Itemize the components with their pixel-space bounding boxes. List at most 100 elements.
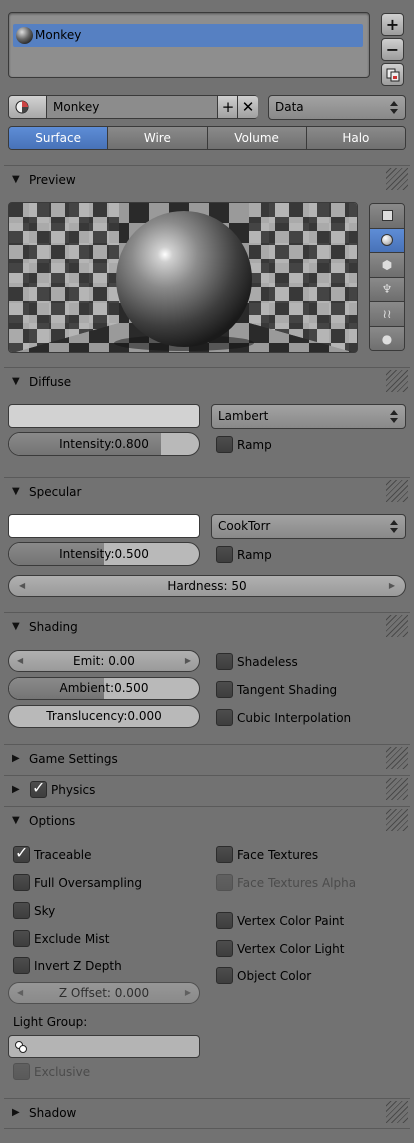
specular-panel-header[interactable]: ▼ Specular — [4, 478, 410, 506]
exclude-mist-checkbox[interactable] — [13, 930, 30, 947]
game-settings-panel-header[interactable]: ▶ Game Settings — [4, 745, 410, 773]
shading-panel-header[interactable]: ▼ Shading — [4, 613, 410, 641]
vertex-color-paint-label: Vertex Color Paint — [237, 914, 345, 928]
object-color-checkbox[interactable] — [216, 967, 233, 984]
options-panel-header[interactable]: ▼ Options — [4, 807, 410, 835]
diffuse-intensity-slider[interactable]: Intensity:0.800 — [8, 432, 200, 456]
shading-panel-title: Shading — [29, 620, 78, 634]
physics-enable-checkbox[interactable] — [30, 778, 47, 798]
invert-z-depth-label: Invert Z Depth — [34, 959, 122, 973]
browse-material-button[interactable] — [9, 96, 47, 118]
light-group-field[interactable] — [8, 1035, 200, 1058]
slider-label: Intensity:0.800 — [59, 437, 149, 451]
diffuse-shader-value: Lambert — [218, 409, 269, 423]
link-dropdown[interactable]: Data — [268, 95, 406, 120]
drag-grip-icon[interactable] — [386, 809, 408, 831]
hair-icon: ≀≀ — [382, 306, 392, 321]
hardness-field[interactable]: ◀ Hardness: 50 ▶ — [8, 575, 406, 597]
vertex-color-light-checkbox[interactable] — [216, 940, 233, 957]
material-name-field[interactable]: Monkey — [47, 96, 217, 118]
sky-sphere-icon: ● — [381, 331, 393, 346]
preview-sphere-button[interactable] — [370, 228, 404, 253]
emit-field[interactable]: ◀ Emit: 0.00 ▶ — [8, 650, 200, 672]
preview-sky-button[interactable]: ● — [370, 326, 404, 350]
diffuse-panel-title: Diffuse — [29, 375, 72, 389]
drag-grip-icon[interactable] — [386, 615, 408, 637]
tab-wire[interactable]: Wire — [107, 127, 207, 149]
ambient-slider[interactable]: Ambient:0.500 — [8, 677, 200, 700]
face-textures-checkbox[interactable] — [216, 846, 233, 863]
light-group-label: Light Group: — [13, 1015, 88, 1029]
specular-shader-dropdown[interactable]: CookTorr — [211, 514, 406, 539]
cube-icon: ⬢ — [381, 257, 393, 272]
drag-grip-icon[interactable] — [386, 370, 408, 392]
preview-cube-button[interactable]: ⬢ — [370, 253, 404, 278]
physics-panel-header[interactable]: ▶ Physics — [4, 776, 410, 804]
sphere-icon — [381, 234, 393, 247]
exclusive-checkbox[interactable] — [13, 1063, 30, 1080]
specular-ramp-checkbox[interactable] — [216, 546, 233, 563]
tangent-shading-checkbox[interactable] — [216, 681, 233, 698]
invert-z-depth-checkbox[interactable] — [13, 957, 30, 974]
specular-color-field[interactable] — [8, 514, 200, 538]
full-oversampling-checkbox[interactable] — [13, 874, 30, 891]
collapse-triangle-icon: ▼ — [12, 486, 20, 497]
decrement-arrow-icon[interactable]: ◀ — [17, 651, 23, 671]
up-down-arrows-icon — [390, 101, 398, 114]
preview-hair-button[interactable]: ≀≀ — [370, 302, 404, 327]
shadow-panel-title: Shadow — [29, 1106, 77, 1120]
game-settings-panel-title: Game Settings — [29, 752, 118, 766]
diffuse-ramp-checkbox[interactable] — [216, 436, 233, 453]
plus-icon: + — [221, 98, 235, 116]
add-slot-button[interactable]: + — [381, 13, 404, 36]
expand-triangle-icon: ▶ — [12, 753, 20, 764]
face-textures-alpha-checkbox[interactable] — [216, 874, 233, 891]
translucency-slider[interactable]: Translucency:0.000 — [8, 705, 200, 728]
collapse-triangle-icon: ▼ — [12, 376, 20, 387]
z-offset-label: Z Offset: 0.000 — [58, 986, 150, 1000]
copy-icon — [386, 68, 399, 81]
vertex-color-paint-checkbox[interactable] — [216, 912, 233, 929]
sky-checkbox[interactable] — [13, 902, 30, 919]
object-color-label: Object Color — [237, 969, 312, 983]
drag-grip-icon[interactable] — [386, 747, 408, 769]
tab-surface[interactable]: Surface — [9, 127, 108, 149]
diffuse-panel-header[interactable]: ▼ Diffuse — [4, 368, 410, 396]
shadeless-checkbox[interactable] — [216, 653, 233, 670]
diffuse-ramp-label: Ramp — [237, 438, 272, 452]
cubic-interpolation-checkbox[interactable] — [216, 709, 233, 726]
diffuse-color-field[interactable] — [8, 404, 200, 428]
increment-arrow-icon[interactable]: ▶ — [389, 576, 395, 596]
sky-label: Sky — [34, 904, 56, 918]
preview-monkey-button[interactable]: ♆ — [370, 277, 404, 302]
material-slot-item[interactable]: Monkey — [13, 24, 363, 47]
cubic-interpolation-label: Cubic Interpolation — [237, 711, 352, 725]
diffuse-shader-dropdown[interactable]: Lambert — [211, 404, 406, 429]
preview-flat-button[interactable] — [370, 204, 404, 229]
remove-slot-button[interactable]: − — [381, 38, 404, 61]
new-material-button[interactable]: + — [217, 96, 238, 118]
expand-triangle-icon: ▶ — [12, 784, 20, 795]
decrement-arrow-icon[interactable]: ◀ — [17, 983, 23, 1003]
decrement-arrow-icon[interactable]: ◀ — [19, 576, 25, 596]
preview-panel-header[interactable]: ▼ Preview — [4, 166, 410, 194]
drag-grip-icon[interactable] — [386, 778, 408, 800]
unlink-material-button[interactable]: ✕ — [237, 96, 258, 118]
expand-triangle-icon: ▶ — [12, 1107, 20, 1118]
shadow-panel-header[interactable]: ▶ Shadow — [4, 1099, 410, 1127]
tab-halo[interactable]: Halo — [305, 127, 405, 149]
copy-paste-slot-button[interactable] — [381, 63, 404, 86]
increment-arrow-icon[interactable]: ▶ — [185, 983, 191, 1003]
traceable-checkbox[interactable] — [13, 843, 30, 863]
material-preview — [8, 202, 358, 353]
drag-grip-icon[interactable] — [386, 168, 408, 190]
increment-arrow-icon[interactable]: ▶ — [185, 651, 191, 671]
specular-intensity-slider[interactable]: Intensity:0.500 — [8, 542, 200, 566]
z-offset-field[interactable]: ◀ Z Offset: 0.000 ▶ — [8, 982, 200, 1004]
slider-label: Translucency:0.000 — [46, 709, 162, 723]
hardness-label: Hardness: 50 — [167, 579, 247, 593]
material-type-tabs: Surface Wire Volume Halo — [8, 126, 406, 150]
tab-volume[interactable]: Volume — [206, 127, 306, 149]
drag-grip-icon[interactable] — [386, 1101, 408, 1123]
drag-grip-icon[interactable] — [386, 480, 408, 502]
